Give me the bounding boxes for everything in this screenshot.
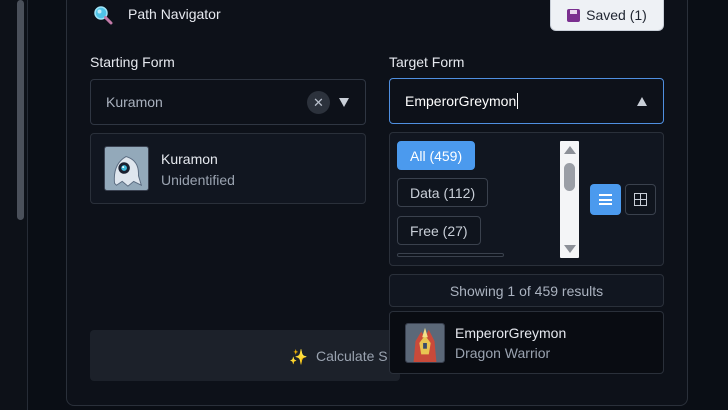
filter-scrollbar-thumb[interactable] [564, 163, 575, 191]
target-form-value: EmperorGreymon [405, 93, 517, 109]
filter-chip-free[interactable]: Free (27) [397, 216, 481, 245]
result-item-type: Dragon Warrior [455, 345, 551, 361]
list-icon [599, 194, 612, 205]
list-view-button[interactable] [590, 184, 621, 215]
search-icon [94, 6, 113, 25]
starting-form-attribute: Unidentified [161, 172, 235, 188]
saved-button[interactable]: Saved (1) [550, 0, 664, 31]
result-item-name: EmperorGreymon [455, 325, 567, 341]
results-summary-text: Showing 1 of 459 results [449, 282, 604, 299]
starting-form-name: Kuramon [161, 151, 218, 167]
starting-form-label: Starting Form [90, 54, 175, 70]
sparkles-icon: ✨ [289, 349, 308, 366]
saved-button-label: Saved (1) [586, 7, 647, 23]
page-scrollbar-thumb[interactable] [17, 0, 24, 220]
chevron-up-icon[interactable] [637, 97, 647, 106]
grid-icon [634, 193, 647, 206]
filter-chip-partial[interactable] [397, 253, 504, 257]
scroll-down-arrow-icon[interactable] [564, 245, 576, 253]
filter-chip-data[interactable]: Data (112) [397, 178, 489, 207]
page-scrollbar-track[interactable] [0, 0, 28, 410]
filter-chip-all[interactable]: All (459) [397, 141, 476, 170]
target-form-input[interactable]: EmperorGreymon [389, 78, 664, 124]
results-summary: Showing 1 of 459 results [389, 274, 664, 307]
scroll-up-arrow-icon[interactable] [564, 146, 576, 154]
chevron-down-icon[interactable] [339, 98, 349, 107]
kuramon-avatar [104, 146, 149, 191]
text-caret [517, 93, 519, 109]
calculate-button-label: Calculate S [316, 348, 388, 364]
clear-icon[interactable]: ✕ [307, 91, 330, 114]
floppy-disk-icon [567, 8, 581, 22]
filter-scrollbar[interactable] [560, 141, 579, 258]
starting-form-card[interactable]: Kuramon Unidentified [90, 133, 366, 204]
target-form-label: Target Form [389, 54, 465, 70]
result-item[interactable]: EmperorGreymon Dragon Warrior [389, 311, 664, 374]
page-title: Path Navigator [128, 6, 221, 22]
grid-view-button[interactable] [625, 184, 656, 215]
emperorgreymon-avatar [405, 323, 445, 363]
starting-form-value: Kuramon [106, 94, 163, 110]
